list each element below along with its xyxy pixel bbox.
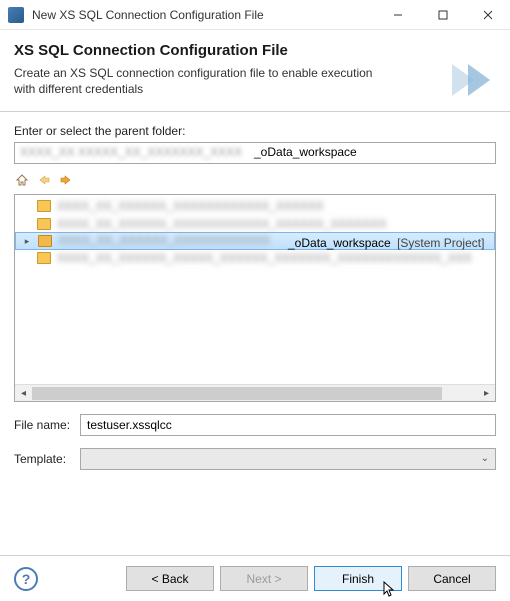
project-icon — [38, 235, 52, 247]
finish-button-label: Finish — [342, 572, 374, 586]
template-row: Template: ⌄ — [14, 448, 496, 470]
template-label: Template: — [14, 452, 74, 466]
finish-button[interactable]: Finish — [314, 566, 402, 591]
mouse-cursor-icon — [383, 581, 397, 599]
tree-item-label: XXXX_XX_XXXXXX_XXXXXXXXXXXX_XXXXXX — [57, 199, 324, 213]
scroll-track[interactable] — [32, 385, 478, 401]
tree-nav-toolbar — [14, 170, 496, 190]
page-description: Create an XS SQL connection configuratio… — [14, 65, 394, 97]
tree-item-visible: _oData_workspace — [288, 236, 391, 250]
tree-item-label: XXXX_XX_XXXXXX_XXXXXXXXXXXX_XXXXXX_XXXXX… — [57, 217, 387, 231]
folder-icon — [37, 200, 51, 212]
wizard-footer: ? < Back Next > Finish Cancel — [0, 555, 510, 601]
cancel-button[interactable]: Cancel — [408, 566, 496, 591]
folder-icon — [37, 218, 51, 230]
expand-caret-icon[interactable]: ▸ — [22, 236, 32, 246]
maximize-button[interactable] — [420, 0, 465, 30]
parent-folder-label: Enter or select the parent folder: — [14, 124, 496, 138]
forward-arrow-icon[interactable] — [58, 172, 74, 188]
filename-input[interactable] — [80, 414, 496, 436]
tree-item-selected[interactable]: ▸ XXXX_XX_XXXXXX_XXXXXXXXXXXX_oData_work… — [15, 232, 495, 250]
filename-row: File name: — [14, 414, 496, 436]
titlebar: New XS SQL Connection Configuration File — [0, 0, 510, 30]
help-button[interactable]: ? — [14, 567, 38, 591]
tree-item-label: XXXX_XX_XXXXXX_XXXXXXXXXXXX_oData_worksp… — [58, 233, 484, 250]
wizard-body: Enter or select the parent folder: XXXX_… — [0, 112, 510, 470]
next-button: Next > — [220, 566, 308, 591]
help-icon: ? — [22, 571, 31, 587]
back-button[interactable]: < Back — [126, 566, 214, 591]
back-arrow-icon[interactable] — [36, 172, 52, 188]
filename-label: File name: — [14, 418, 74, 432]
header-banner-icon — [446, 60, 504, 100]
window-title: New XS SQL Connection Configuration File — [32, 8, 375, 22]
tree-item[interactable]: XXXX_XX_XXXXXX_XXXXXXXXXXXX_XXXXXX — [15, 197, 495, 215]
app-icon — [8, 7, 24, 23]
wizard-header: XS SQL Connection Configuration File Cre… — [0, 30, 510, 112]
tree-item[interactable]: XXXX_XX_XXXXXX_XXXXXXXXXXXX_XXXXXX_XXXXX… — [15, 215, 495, 233]
tree-item-suffix: [System Project] — [394, 236, 485, 250]
scroll-right-button[interactable]: ▸ — [478, 385, 495, 402]
tree-item[interactable]: XXXX_XX_XXXXXX_XXXXX_XXXXXX_XXXXXXX_XXXX… — [15, 249, 495, 267]
close-button[interactable] — [465, 0, 510, 30]
back-button-label: < Back — [151, 572, 188, 586]
scroll-left-button[interactable]: ◂ — [15, 385, 32, 402]
window-controls — [375, 0, 510, 30]
page-title: XS SQL Connection Configuration File — [14, 42, 496, 59]
chevron-down-icon: ⌄ — [481, 453, 489, 464]
cancel-button-label: Cancel — [433, 572, 470, 586]
home-icon[interactable] — [14, 172, 30, 188]
scroll-thumb[interactable] — [32, 387, 442, 400]
horizontal-scrollbar[interactable]: ◂ ▸ — [15, 384, 495, 401]
next-button-label: Next > — [246, 572, 281, 586]
template-dropdown[interactable]: ⌄ — [80, 448, 496, 470]
folder-icon — [37, 252, 51, 264]
parent-folder-input[interactable] — [14, 142, 496, 164]
folder-tree[interactable]: XXXX_XX_XXXXXX_XXXXXXXXXXXX_XXXXXX XXXX_… — [14, 194, 496, 402]
minimize-button[interactable] — [375, 0, 420, 30]
parent-folder-field-wrap: XXXX_XX XXXXX_XX_XXXXXXX_XXXX _oData_wor… — [14, 142, 496, 164]
tree-item-label: XXXX_XX_XXXXXX_XXXXX_XXXXXX_XXXXXXX_XXXX… — [57, 251, 472, 265]
